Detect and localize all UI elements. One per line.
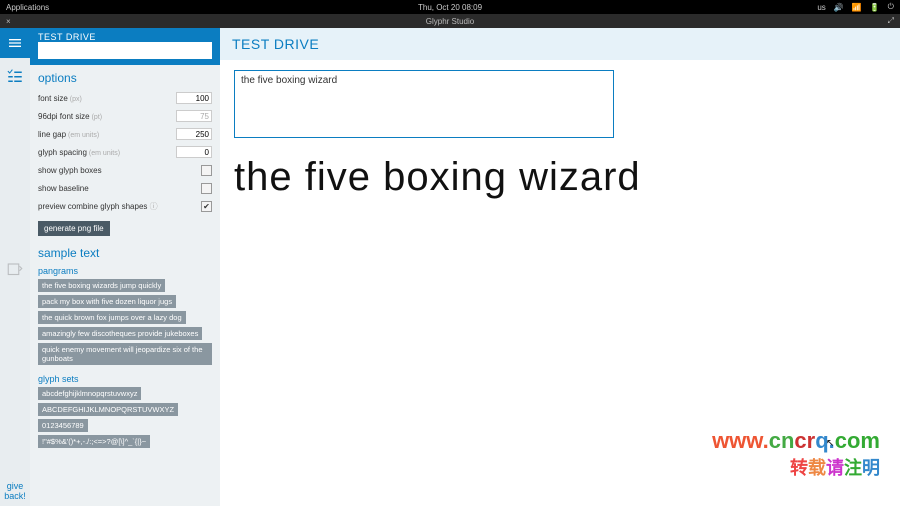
pangram-item[interactable]: pack my box with five dozen liquor jugs bbox=[38, 295, 176, 308]
window-title: Glyphr Studio bbox=[426, 17, 474, 26]
option-combine: preview combine glyph shapes ⓘ ✔ bbox=[38, 199, 212, 213]
glyphsets-label: glyph sets bbox=[38, 374, 212, 384]
nav-rail: giveback! bbox=[0, 28, 30, 506]
option-baseline: show baseline bbox=[38, 181, 212, 195]
window-close-icon[interactable]: × bbox=[6, 17, 11, 26]
option-linegap: line gap(em units) bbox=[38, 127, 212, 141]
linegap-input[interactable] bbox=[176, 128, 212, 140]
hamburger-icon bbox=[7, 35, 23, 51]
window-maximize-icon[interactable]: ⤢ bbox=[888, 16, 894, 26]
os-datetime: Thu, Oct 20 08:09 bbox=[418, 3, 482, 12]
hamburger-button[interactable] bbox=[0, 28, 30, 58]
pangram-item[interactable]: the five boxing wizards jump quickly bbox=[38, 279, 165, 292]
option-dpi: 96dpi font size(pt) bbox=[38, 109, 212, 123]
rail-testdrive-button[interactable] bbox=[3, 64, 27, 88]
rail-secondary-button[interactable] bbox=[3, 258, 27, 282]
watermark: www.cncrq.com 转载请注明 bbox=[712, 428, 880, 480]
sidebar-title: CONTROLS bbox=[38, 42, 212, 59]
sidebar-subtitle: TEST DRIVE bbox=[38, 32, 212, 42]
applications-menu[interactable]: Applications bbox=[6, 3, 49, 12]
pangrams-label: pangrams bbox=[38, 266, 212, 276]
dpi-input[interactable] bbox=[176, 110, 212, 122]
baseline-checkbox[interactable] bbox=[201, 183, 212, 194]
main-title: TEST DRIVE bbox=[220, 28, 900, 60]
combine-checkbox[interactable]: ✔ bbox=[201, 201, 212, 212]
network-icon[interactable]: 📶 bbox=[852, 3, 862, 12]
pangram-item[interactable]: amazingly few discotheques provide jukeb… bbox=[38, 327, 202, 340]
sidebar-header: TEST DRIVE CONTROLS bbox=[30, 28, 220, 65]
glyphset-item[interactable]: !"#$%&'()*+,-./:;<=>?@[\]^_`{|}~ bbox=[38, 435, 150, 448]
sidebar: TEST DRIVE CONTROLS options font size(px… bbox=[30, 28, 220, 506]
option-fontsize: font size(px) bbox=[38, 91, 212, 105]
lang-indicator[interactable]: us bbox=[817, 3, 825, 12]
pangram-item[interactable]: quick enemy movement will jeopardize six… bbox=[38, 343, 212, 365]
glyphset-item[interactable]: ABCDEFGHIJKLMNOPQRSTUVWXYZ bbox=[38, 403, 178, 416]
glyphset-item[interactable]: abcdefghijklmnopqrstuvwxyz bbox=[38, 387, 141, 400]
options-title: options bbox=[38, 71, 212, 85]
testdrive-textarea[interactable]: the five boxing wizard bbox=[234, 70, 614, 138]
pangram-item[interactable]: the quick brown fox jumps over a lazy do… bbox=[38, 311, 186, 324]
generate-png-button[interactable]: generate png file bbox=[38, 221, 110, 236]
glyphspacing-input[interactable] bbox=[176, 146, 212, 158]
window-titlebar: × Glyphr Studio ⤢ bbox=[0, 14, 900, 28]
main-body: the five boxing wizard the five boxing w… bbox=[220, 60, 900, 506]
sample-title: sample text bbox=[38, 246, 212, 260]
option-glyphspacing: glyph spacing(em units) bbox=[38, 145, 212, 159]
panel-icon bbox=[6, 261, 24, 279]
watermark-sub: 转载请注明 bbox=[712, 454, 880, 480]
options-section: options font size(px) 96dpi font size(pt… bbox=[30, 65, 220, 240]
os-tray: us 🔊 📶 🔋 ⏻ bbox=[817, 2, 894, 12]
fontsize-input[interactable] bbox=[176, 92, 212, 104]
power-icon[interactable]: ⏻ bbox=[888, 2, 894, 12]
give-back-link[interactable]: giveback! bbox=[2, 478, 28, 506]
volume-icon[interactable]: 🔊 bbox=[834, 3, 844, 12]
option-glyphboxes: show glyph boxes bbox=[38, 163, 212, 177]
app-root: giveback! TEST DRIVE CONTROLS options fo… bbox=[0, 28, 900, 506]
battery-icon[interactable]: 🔋 bbox=[870, 3, 880, 12]
glyphboxes-checkbox[interactable] bbox=[201, 165, 212, 176]
os-topbar: Applications Thu, Oct 20 08:09 us 🔊 📶 🔋 … bbox=[0, 0, 900, 14]
checklist-icon bbox=[6, 67, 24, 85]
watermark-url: www.cncrq.com bbox=[712, 428, 880, 454]
main-panel: TEST DRIVE the five boxing wizard the fi… bbox=[220, 28, 900, 506]
mouse-cursor-icon: ↖ bbox=[826, 438, 834, 449]
glyphset-item[interactable]: 0123456789 bbox=[38, 419, 88, 432]
sample-section: sample text pangrams the five boxing wiz… bbox=[30, 240, 220, 455]
font-preview: the five boxing wizard bbox=[234, 155, 886, 200]
